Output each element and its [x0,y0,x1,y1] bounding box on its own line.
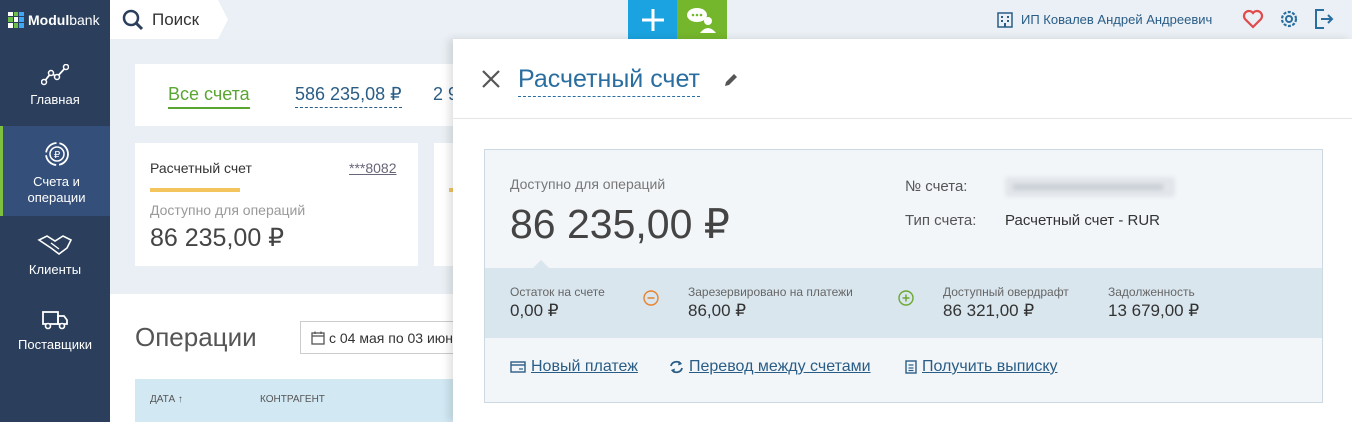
plus-icon [641,8,664,31]
account-detail-panel: Расчетный счет Доступно для операций 86 … [453,39,1352,422]
panel-title[interactable]: Расчетный счет [518,65,700,97]
stat-value: 0,00 ₽ [510,301,559,320]
stat-label: Зарезервировано на платежи [688,285,853,299]
logo-text: bank [69,11,100,28]
stat-value: 13 679,00 ₽ [1108,301,1200,320]
account-number-label: № счета: [905,178,968,195]
sidebar-item-label: Поставщики [18,337,92,352]
available-label: Доступно для операций [150,202,306,218]
ruble-cycle-icon: ₽ [44,142,69,166]
sidebar-item-clients[interactable]: Клиенты [0,232,110,282]
operations-section: Операции с 04 мая по 03 июня ДАТА ↑ КОНТ… [110,294,470,422]
search-label: Поиск [152,9,200,29]
tab-all-accounts[interactable]: Все счета [168,84,250,109]
logo[interactable]: Modul bank [0,0,110,39]
plus-circle-icon [898,290,914,306]
sidebar: Главная ₽ Счета и операции Клиенты Поста… [0,39,110,422]
modulbank-logo-icon [8,11,24,28]
accounts-tabs: Все счета 586 235,08 ₽ 2 9 [135,64,465,126]
handshake-icon [37,235,73,255]
sort-up-icon: ↑ [177,394,183,405]
minus-circle-icon [643,290,659,306]
stat-label: Задолженность [1108,285,1195,299]
refresh-arrows-icon [670,360,683,374]
payment-card-icon [510,361,526,373]
gear-icon[interactable] [1278,8,1300,30]
building-icon [997,11,1013,28]
stat-label: Остаток на счете [510,285,605,299]
chart-line-icon [41,64,69,86]
company-name: ИП Ковалев Андрей Андреевич [1021,12,1213,27]
date-filter-value: с 04 мая по 03 июня [329,329,461,346]
transfer-link[interactable]: Перевод между счетами [669,358,871,376]
available-amount: 86 235,00 ₽ [510,201,730,247]
available-label: Доступно для операций [510,176,666,192]
top-bar: Modul bank Поиск ИП Ковалев Андрей Андрее… [0,0,1352,39]
account-info-box: Доступно для операций 86 235,00 ₽ № счет… [484,149,1323,403]
transfer-label: Перевод между счетами [689,358,871,375]
tab-account-amount[interactable]: 586 235,08 ₽ [295,84,402,108]
account-number-blurred [1005,177,1175,197]
account-name: Расчетный счет [150,160,252,176]
calendar-icon [311,331,325,345]
statement-label: Получить выписку [922,358,1058,375]
stat-label: Доступный овердрафт [943,285,1069,299]
account-type-value: Расчетный счет - RUR [1005,212,1161,229]
operations-table-header: ДАТА ↑ КОНТРАГЕНТ [135,379,470,422]
logout-icon[interactable] [1314,8,1334,30]
chat-button[interactable] [677,0,727,39]
panel-header: Расчетный счет [453,39,1352,119]
svg-text:₽: ₽ [53,150,60,161]
new-payment-link[interactable]: Новый платеж [510,358,638,376]
sidebar-item-label: Клиенты [28,262,82,277]
stat-value: 86,00 ₽ [688,301,747,320]
account-number[interactable]: ***8082 [349,160,397,176]
truck-icon [42,311,68,330]
document-icon [905,360,917,374]
account-color-bar [150,188,240,192]
pencil-icon[interactable] [723,72,739,88]
heart-icon[interactable] [1242,9,1264,29]
available-amount: 86 235,00 ₽ [150,224,285,252]
search-button[interactable]: Поиск [110,0,228,39]
account-stats: Остаток на счете 0,00 ₽ Зарезервировано … [485,268,1322,338]
stat-value: 86 321,00 ₽ [943,301,1035,320]
column-counterparty[interactable]: КОНТРАГЕНТ [260,394,325,405]
sidebar-item-label: Счета и операции [27,174,86,205]
statement-link[interactable]: Получить выписку [905,358,1058,376]
column-date-label: ДАТА [150,394,176,405]
account-card[interactable]: Расчетный счет ***8082 Доступно для опер… [135,143,418,266]
account-actions: Новый платеж Перевод между счетами Получ… [485,338,1322,402]
company-selector[interactable]: ИП Ковалев Андрей Андреевич [997,0,1212,39]
logo-text-bold: Modul [28,11,70,28]
sidebar-item-accounts[interactable]: ₽ Счета и операции [0,126,110,216]
chat-user-icon [687,7,716,33]
sidebar-item-home[interactable]: Главная [0,64,110,114]
stats-pointer [533,260,549,268]
operations-title: Операции [135,322,257,352]
date-filter[interactable]: с 04 мая по 03 июня [300,321,470,354]
close-icon[interactable] [481,69,501,89]
account-type-label: Тип счета: [905,212,977,229]
new-payment-label: Новый платеж [531,358,638,375]
add-button[interactable] [628,0,677,39]
column-date[interactable]: ДАТА ↑ [150,394,183,405]
sidebar-item-label: Главная [30,92,80,107]
search-icon [122,9,144,30]
sidebar-item-suppliers[interactable]: Поставщики [0,309,110,359]
